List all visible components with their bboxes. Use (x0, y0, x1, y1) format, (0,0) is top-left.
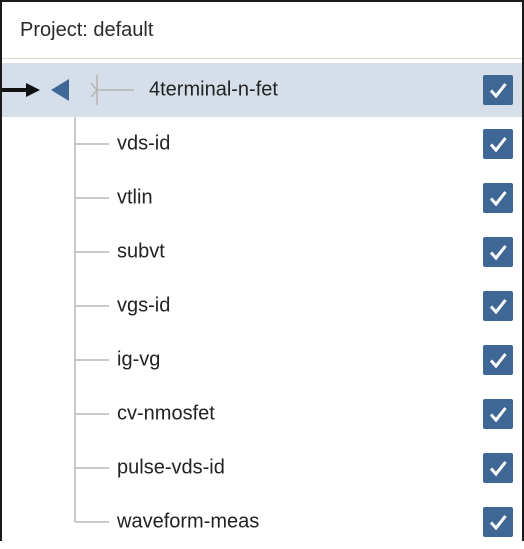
collapse-triangle-icon[interactable] (50, 78, 70, 102)
tree-node-label: ig-vg (117, 348, 161, 371)
tree-node-label: pulse-vds-id (117, 456, 225, 479)
child-checkbox[interactable] (483, 507, 513, 537)
child-checkbox[interactable] (483, 129, 513, 159)
child-checkbox[interactable] (483, 183, 513, 213)
checkmark-icon (489, 83, 507, 99)
child-checkbox[interactable] (483, 291, 513, 321)
checkmark-icon (489, 461, 507, 477)
tree-node-label: waveform-meas (117, 510, 260, 533)
tree-row-child[interactable]: vtlin (2, 171, 522, 225)
project-header: Project: default (2, 2, 522, 58)
tree-row-child[interactable]: ig-vg (2, 333, 522, 387)
root-checkbox[interactable] (483, 75, 513, 105)
checkmark-icon (489, 515, 507, 531)
arrow-right-icon (2, 83, 40, 97)
checkmark-icon (489, 245, 507, 261)
checkmark-icon (489, 191, 507, 207)
tree-row-child[interactable]: cv-nmosfet (2, 387, 522, 441)
child-checkbox[interactable] (483, 399, 513, 429)
tree-row-child[interactable]: pulse-vds-id (2, 441, 522, 495)
header-divider (2, 58, 522, 59)
checkmark-icon (489, 407, 507, 423)
project-tree-panel: Project: default 4terminal-n-fet vds-id … (0, 0, 524, 541)
tree-row-child[interactable]: vgs-id (2, 279, 522, 333)
checkmark-icon (489, 299, 507, 315)
tree-node-label: 4terminal-n-fet (149, 78, 278, 101)
tree-branch-icon (90, 75, 134, 105)
tree-row-child[interactable]: subvt (2, 225, 522, 279)
tree-node-label: cv-nmosfet (117, 402, 215, 425)
tree-row-child[interactable]: vds-id (2, 117, 522, 171)
project-title: Project: default (20, 18, 154, 41)
tree-row-root[interactable]: 4terminal-n-fet (2, 63, 522, 117)
checkmark-icon (489, 353, 507, 369)
tree-node-label: vgs-id (117, 294, 171, 317)
child-checkbox[interactable] (483, 453, 513, 483)
child-checkbox[interactable] (483, 237, 513, 267)
tree-node-label: subvt (117, 240, 165, 263)
tree-node-label: vds-id (117, 132, 171, 155)
child-checkbox[interactable] (483, 345, 513, 375)
checkmark-icon (489, 137, 507, 153)
tree-node-label: vtlin (117, 186, 153, 209)
